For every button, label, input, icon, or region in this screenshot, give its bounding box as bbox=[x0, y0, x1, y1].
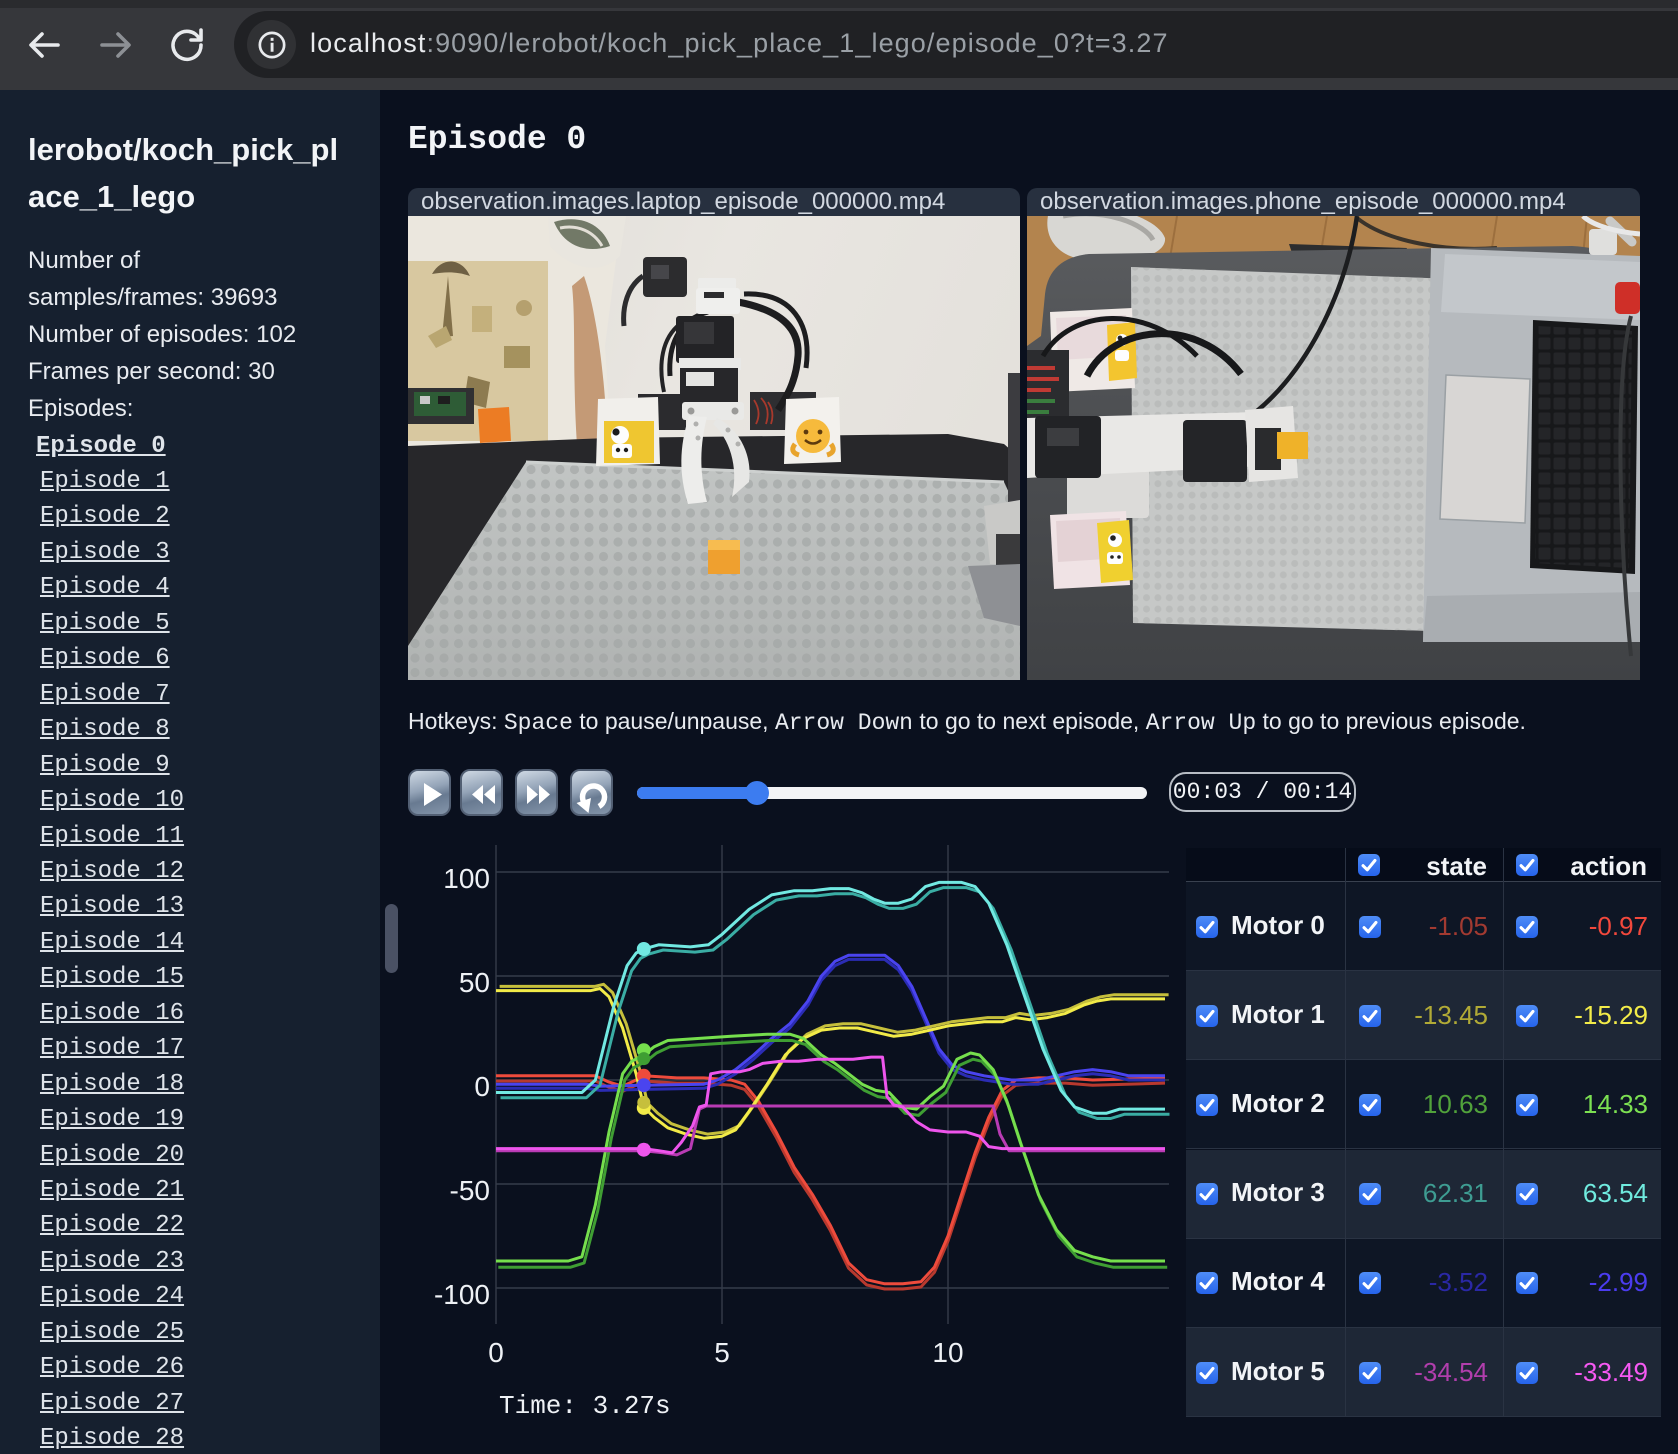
svg-text:50: 50 bbox=[459, 967, 490, 998]
svg-text:0: 0 bbox=[474, 1071, 490, 1102]
svg-text:-100: -100 bbox=[434, 1279, 490, 1310]
svg-text:100: 100 bbox=[443, 863, 490, 894]
svg-text:5: 5 bbox=[714, 1337, 730, 1368]
svg-text:-50: -50 bbox=[450, 1175, 490, 1206]
svg-text:10: 10 bbox=[932, 1337, 963, 1368]
svg-text:0: 0 bbox=[488, 1337, 504, 1368]
